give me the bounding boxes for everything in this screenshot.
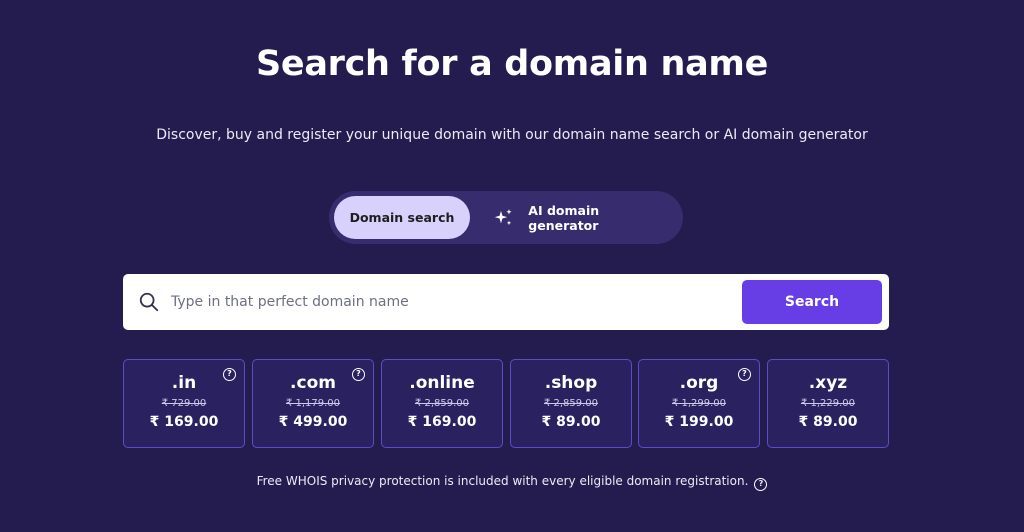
tld-card-shop[interactable]: .shop ₹ 2,859.00 ₹ 89.00 — [510, 359, 632, 448]
tld-card-org[interactable]: .org ? ₹ 1,299.00 ₹ 199.00 — [638, 359, 760, 448]
help-icon[interactable]: ? — [738, 368, 751, 381]
tld-card-com[interactable]: .com ? ₹ 1,179.00 ₹ 499.00 — [252, 359, 374, 448]
tld-name: .online — [409, 373, 475, 393]
tld-old-price: ₹ 2,859.00 — [543, 398, 599, 409]
tab-domain-search-label: Domain search — [349, 210, 455, 225]
search-icon — [139, 292, 159, 312]
tld-card-xyz[interactable]: .xyz ₹ 1,229.00 ₹ 89.00 — [767, 359, 889, 448]
tld-old-price: ₹ 729.00 — [161, 398, 207, 409]
sparkles-icon — [494, 208, 512, 225]
tld-price: ₹ 199.00 — [664, 414, 734, 430]
tld-card-in[interactable]: .in ? ₹ 729.00 ₹ 169.00 — [123, 359, 245, 448]
search-mode-toggle: Domain search AI domain generator — [329, 191, 683, 244]
page-title: Search for a domain name — [255, 44, 769, 84]
tld-card-online[interactable]: .online ₹ 2,859.00 ₹ 169.00 — [381, 359, 503, 448]
tld-old-price: ₹ 1,179.00 — [285, 398, 341, 409]
tld-price: ₹ 89.00 — [541, 414, 601, 430]
tab-ai-domain-generator-label: AI domain generator — [528, 202, 600, 233]
help-icon[interactable]: ? — [352, 368, 365, 381]
domain-search-input[interactable] — [171, 282, 731, 322]
tld-price: ₹ 169.00 — [407, 414, 477, 430]
tab-ai-domain-generator[interactable]: AI domain generator — [489, 196, 669, 239]
tab-domain-search[interactable]: Domain search — [334, 196, 470, 239]
tld-old-price: ₹ 2,859.00 — [414, 398, 470, 409]
domain-search-bar: Search — [123, 274, 889, 330]
whois-footnote: Free WHOIS privacy protection is include… — [0, 474, 1024, 491]
whois-footnote-text: Free WHOIS privacy protection is include… — [256, 474, 749, 488]
help-icon[interactable]: ? — [754, 478, 768, 491]
tld-price: ₹ 169.00 — [149, 414, 219, 430]
tld-name: .shop — [544, 373, 598, 393]
help-icon[interactable]: ? — [223, 368, 236, 381]
search-button[interactable]: Search — [742, 280, 882, 324]
tld-old-price: ₹ 1,299.00 — [671, 398, 727, 409]
tld-price: ₹ 89.00 — [798, 414, 858, 430]
tld-price: ₹ 499.00 — [278, 414, 348, 430]
page-subtitle: Discover, buy and register your unique d… — [156, 127, 868, 143]
tld-old-price: ₹ 1,229.00 — [800, 398, 856, 409]
tld-name: .xyz — [808, 373, 848, 393]
